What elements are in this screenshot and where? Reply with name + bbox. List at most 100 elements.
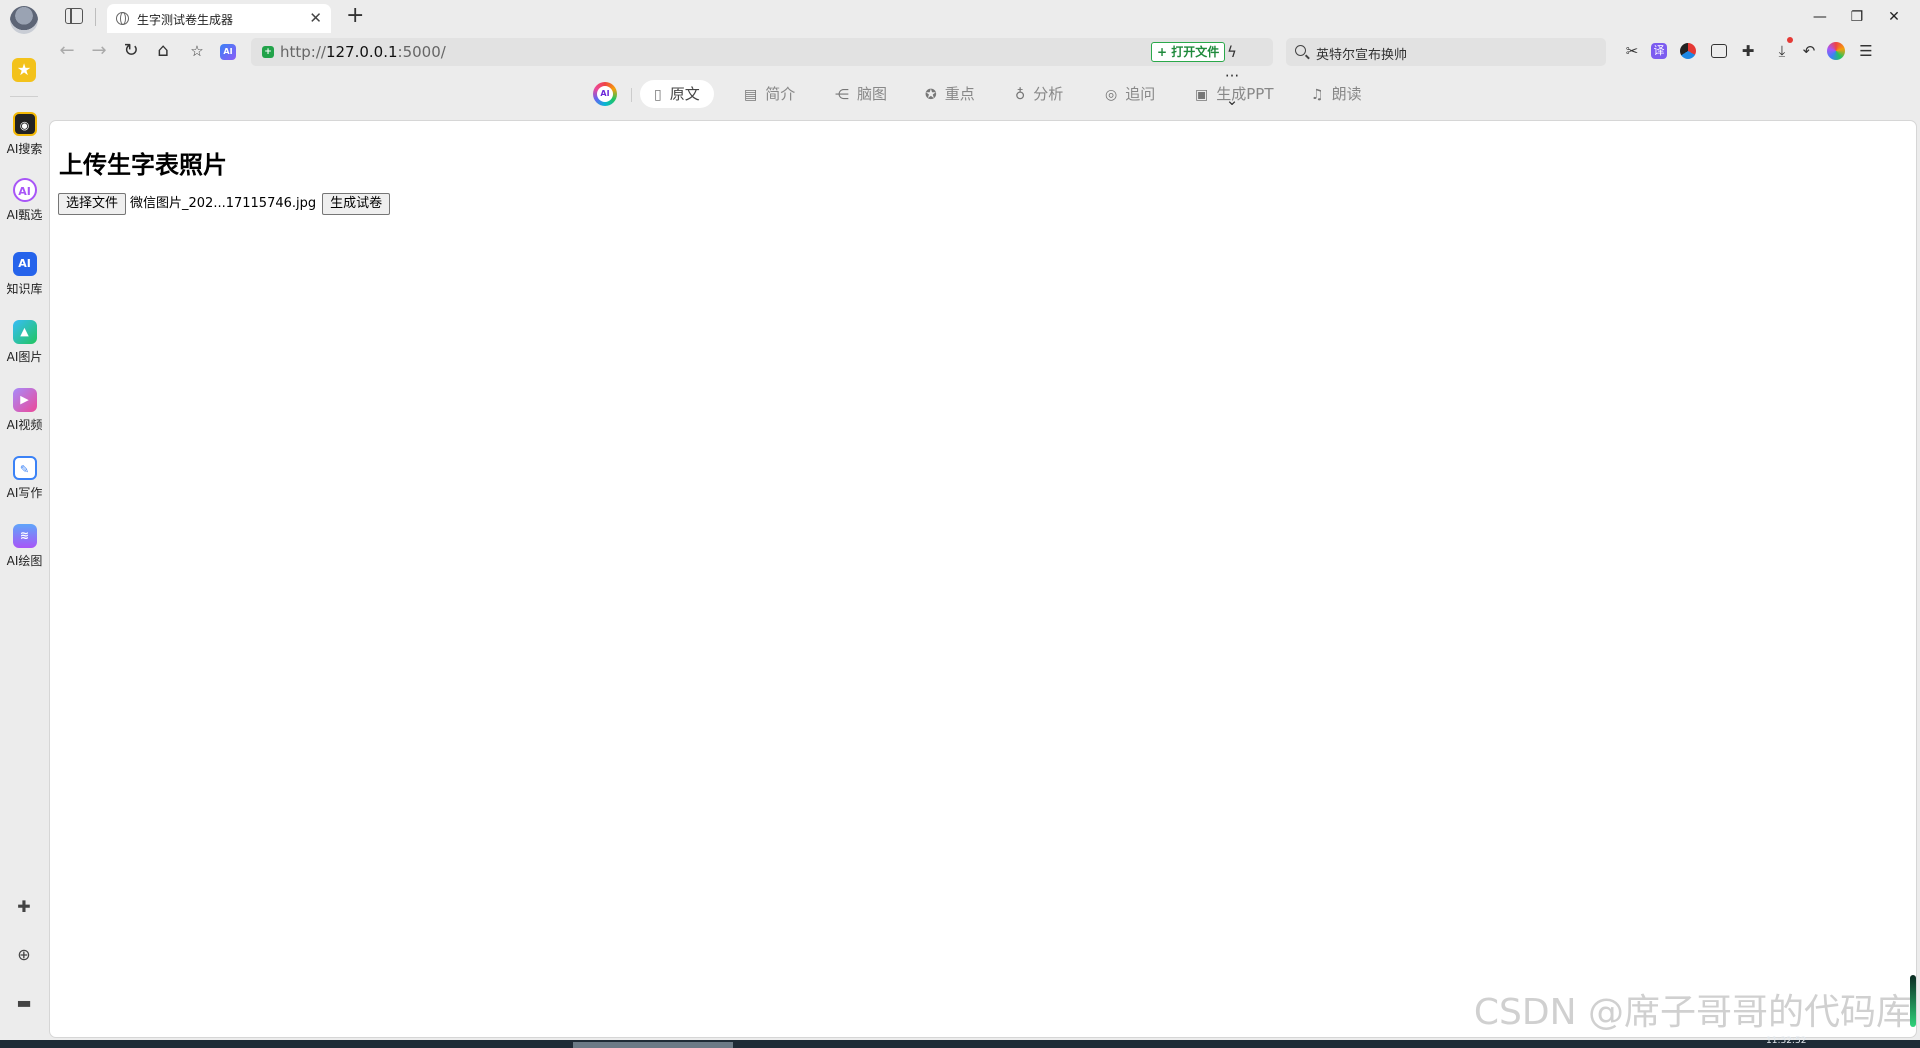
choose-file-button[interactable]: 选择文件 xyxy=(58,193,127,215)
sidebar-item-label: AI写作 xyxy=(6,486,43,500)
headphones-icon: ♫ xyxy=(1311,87,1324,103)
sidebar-toggle-icon[interactable] xyxy=(65,8,83,24)
mindmap-icon: ⋲ xyxy=(835,87,849,103)
tab-title: 生字测试卷生成器 xyxy=(137,13,234,27)
tab-highlights[interactable]: ✪ 重点 xyxy=(911,80,989,108)
knowledge-base-icon: AI xyxy=(12,252,37,276)
tab-label: 重点 xyxy=(944,85,975,103)
profile-avatar-icon[interactable] xyxy=(1827,42,1845,60)
search-box[interactable]: 英特尔宣布换帅 xyxy=(1286,38,1606,66)
search-query-text: 英特尔宣布换帅 xyxy=(1316,48,1408,63)
reader-icon[interactable] xyxy=(1711,44,1727,58)
analysis-icon: ♁ xyxy=(1015,87,1026,103)
watermark-text: CSDN @席子哥哥的代码库 xyxy=(1473,992,1912,1033)
sidebar-item-ai-writing[interactable]: ✎ AI写作 xyxy=(0,456,49,501)
ai-toolbar-divider xyxy=(631,88,632,102)
selected-file-name: 微信图片_202...17115746.jpg xyxy=(130,196,317,211)
tab-label: 追问 xyxy=(1125,85,1156,103)
browser-logo-icon[interactable] xyxy=(10,6,38,34)
lightning-icon[interactable]: ϟ xyxy=(1219,40,1245,64)
sidebar-item-label: AI绘图 xyxy=(6,554,43,568)
tab-divider xyxy=(95,8,96,26)
tab-strip: 生字测试卷生成器 ✕ + — ❐ ✕ xyxy=(49,0,1920,34)
left-sidebar: ★ ◉ AI搜索 AI AI甄选 AI 知识库 ▲ AI图片 ▶ AI视频 ✎ … xyxy=(0,0,49,1040)
tab-active[interactable]: 生字测试卷生成器 ✕ xyxy=(107,4,331,33)
tab-close-icon[interactable]: ✕ xyxy=(309,9,322,27)
tab-generate-ppt[interactable]: ▣ 生成PPT xyxy=(1181,80,1288,108)
tab-label: 原文 xyxy=(669,85,700,103)
back-arrow-icon[interactable]: ← xyxy=(55,39,79,63)
ai-search-icon: ◉ xyxy=(12,112,37,136)
puzzle-icon[interactable]: ✚ xyxy=(1737,40,1759,62)
taskbar-active-app[interactable] xyxy=(573,1042,733,1048)
ppt-icon: ▣ xyxy=(1195,87,1209,103)
toolbox-icon[interactable]: ▬ xyxy=(14,993,34,1013)
sidebar-item-label: AI图片 xyxy=(6,350,43,364)
ai-logo-icon[interactable] xyxy=(593,82,617,106)
tab-read-aloud[interactable]: ♫ 朗读 xyxy=(1297,80,1376,108)
sidebar-item-label: AI搜索 xyxy=(6,142,43,156)
tab-original[interactable]: ▯ 原文 xyxy=(640,80,714,108)
ai-assistant-icon[interactable]: AI xyxy=(220,44,236,60)
document-icon: ▯ xyxy=(654,87,662,103)
open-file-button[interactable]: + 打开文件 xyxy=(1151,42,1226,62)
tab-mindmap[interactable]: ⋲ 脑图 xyxy=(821,80,901,108)
extensions-icon[interactable]: ✚ xyxy=(14,897,34,917)
url-port-path: :5000/ xyxy=(397,43,446,61)
sidebar-item-label: AI甄选 xyxy=(6,208,43,222)
scissors-icon[interactable]: ✂ xyxy=(1621,40,1643,62)
secure-shield-icon[interactable]: + xyxy=(262,46,274,58)
sidebar-item-label: 知识库 xyxy=(6,282,43,296)
chat-icon: ◎ xyxy=(1105,87,1118,103)
generate-test-button[interactable]: 生成试卷 xyxy=(322,193,391,215)
restore-icon[interactable]: ❐ xyxy=(1841,9,1873,25)
url-text[interactable]: http://127.0.0.1:5000/ xyxy=(280,43,446,61)
extension-circle-icon[interactable] xyxy=(1680,43,1696,59)
sidebar-item-ai-search[interactable]: ◉ AI搜索 xyxy=(0,112,49,157)
ai-image-icon: ▲ xyxy=(12,320,37,344)
home-icon[interactable]: ⌂ xyxy=(151,39,175,63)
sidebar-item-knowledge-base[interactable]: AI 知识库 xyxy=(0,252,49,297)
tab-label: 简介 xyxy=(765,85,796,103)
taskbar-clock: 11:32:52 xyxy=(1766,1036,1807,1046)
tab-summary[interactable]: ▤ 简介 xyxy=(730,80,809,108)
sidebar-item-ai-image[interactable]: ▲ AI图片 xyxy=(0,320,49,365)
menu-icon[interactable]: ☰ xyxy=(1855,40,1877,62)
page-title: 上传生字表照片 xyxy=(59,151,227,179)
tab-label: 脑图 xyxy=(857,85,888,103)
translate-icon[interactable]: 译 xyxy=(1651,43,1667,59)
add-app-icon[interactable]: ⊕ xyxy=(14,945,34,965)
ai-select-icon: AI xyxy=(12,178,37,202)
tab-analysis[interactable]: ♁ 分析 xyxy=(1001,80,1077,108)
page-content: 上传生字表照片 选择文件 微信图片_202...17115746.jpg 生成试卷 … xyxy=(49,120,1917,1038)
search-icon xyxy=(1295,45,1306,56)
taskbar-strip: 11:32:52 xyxy=(0,1036,1920,1048)
ai-video-icon: ▶ xyxy=(12,388,37,412)
new-tab-button[interactable]: + xyxy=(346,2,364,30)
minimize-icon[interactable]: — xyxy=(1804,9,1836,25)
tab-follow-up[interactable]: ◎ 追问 xyxy=(1091,80,1169,108)
sidebar-item-label: AI视频 xyxy=(6,418,43,432)
scroll-indicator[interactable] xyxy=(1910,975,1916,1027)
tab-label: 生成PPT xyxy=(1216,85,1274,103)
ai-reading-toolbar: ▯ 原文 ▤ 简介 ⋲ 脑图 ✪ 重点 ♁ 分析 ◎ 追问 ▣ 生成PPT ♫ 朗读 xyxy=(49,70,1920,120)
bookmark-star-icon[interactable]: ☆ xyxy=(185,39,209,63)
url-scheme: http:// xyxy=(280,43,326,61)
ai-writing-icon: ✎ xyxy=(12,456,37,480)
sidebar-divider xyxy=(10,96,38,97)
sidebar-item-ai-video[interactable]: ▶ AI视频 xyxy=(0,388,49,433)
sidebar-item-ai-drawing[interactable]: ≋ AI绘图 xyxy=(0,524,49,569)
url-host: 127.0.0.1 xyxy=(325,43,398,61)
ai-drawing-icon: ≋ xyxy=(12,524,37,548)
address-bar[interactable]: + http://127.0.0.1:5000/ + 打开文件 ϟ ··· ⌄ xyxy=(251,38,1273,109)
favorites-star-icon[interactable]: ★ xyxy=(12,58,36,82)
reload-icon[interactable]: ↻ xyxy=(119,39,143,63)
undo-icon[interactable]: ↶ xyxy=(1798,40,1820,62)
close-window-icon[interactable]: ✕ xyxy=(1878,9,1910,25)
highlight-icon: ✪ xyxy=(925,87,937,103)
sidebar-item-ai-select[interactable]: AI AI甄选 xyxy=(0,178,49,223)
forward-arrow-icon[interactable]: → xyxy=(87,39,111,63)
download-icon[interactable]: ⤓ xyxy=(1771,37,1793,62)
tab-label: 分析 xyxy=(1033,85,1064,103)
upload-form: 选择文件 微信图片_202...17115746.jpg 生成试卷 xyxy=(58,193,391,215)
